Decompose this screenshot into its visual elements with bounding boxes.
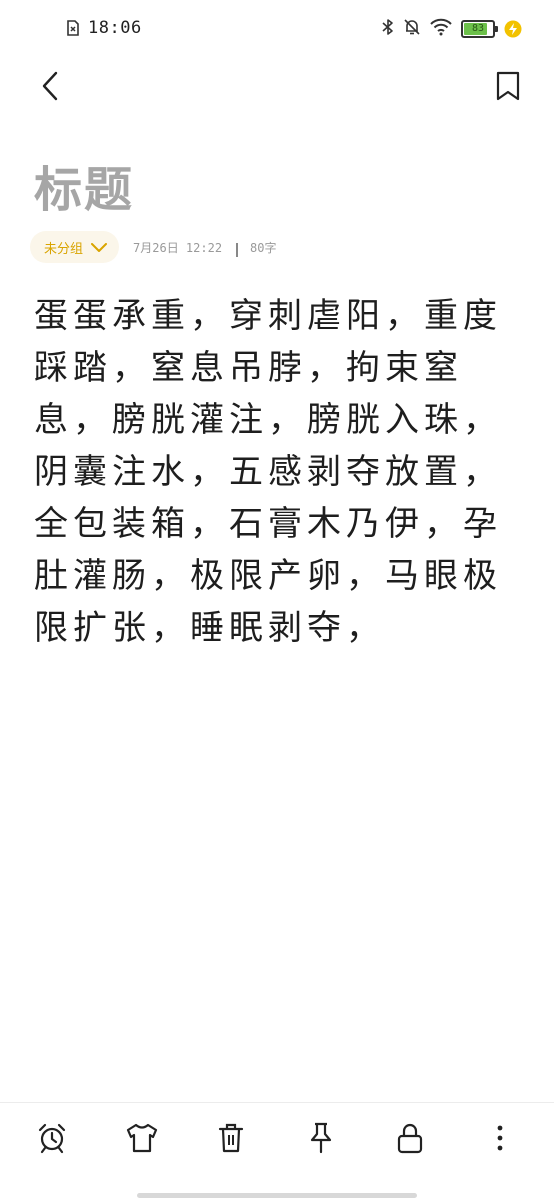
top-nav [0, 60, 554, 120]
group-selector[interactable]: 未分组 [30, 231, 120, 263]
chevron-down-icon [91, 238, 108, 257]
reminder-button[interactable] [32, 1120, 72, 1160]
pin-icon [307, 1122, 335, 1158]
bluetooth-icon [382, 18, 394, 40]
trash-icon [217, 1122, 245, 1158]
more-vertical-icon [496, 1124, 504, 1156]
note-body[interactable]: 蛋蛋承重，穿刺虐阳，重度踩踏，窒息吊脖，拘束窒息，膀胱灌注，膀胱入珠，阴囊注水，… [34, 290, 524, 654]
alarm-clock-icon [36, 1122, 68, 1158]
status-left: 18:06 [66, 18, 142, 38]
shirt-icon [125, 1122, 159, 1158]
delete-button[interactable] [211, 1120, 251, 1160]
charging-icon [504, 20, 522, 38]
chevron-left-icon [40, 70, 60, 106]
word-count: 80字 [250, 240, 277, 255]
bottom-toolbar [0, 1102, 554, 1176]
lock-icon [396, 1122, 424, 1158]
more-button[interactable] [480, 1120, 520, 1160]
bookmark-button[interactable] [488, 68, 528, 108]
mute-bell-icon [403, 18, 421, 40]
skin-button[interactable] [122, 1120, 162, 1160]
back-button[interactable] [30, 68, 70, 108]
group-label: 未分组 [44, 241, 84, 257]
note-date: 7月26日 12:22 [133, 240, 223, 255]
no-sim-icon [66, 20, 80, 36]
note-title[interactable]: 标题 [34, 150, 134, 220]
status-time: 18:06 [88, 18, 142, 38]
pin-button[interactable] [301, 1120, 341, 1160]
lock-button[interactable] [390, 1120, 430, 1160]
wifi-icon [430, 18, 452, 40]
note-meta: 未分组 7月26日 12:22 80字 [30, 230, 277, 264]
status-bar: 18:06 83 [0, 0, 554, 60]
home-indicator[interactable] [137, 1193, 417, 1198]
meta-divider [236, 243, 239, 257]
bookmark-icon [496, 71, 520, 105]
status-right: 83 [382, 18, 522, 40]
battery-level: 83 [471, 23, 485, 34]
battery-indicator: 83 [461, 20, 498, 38]
